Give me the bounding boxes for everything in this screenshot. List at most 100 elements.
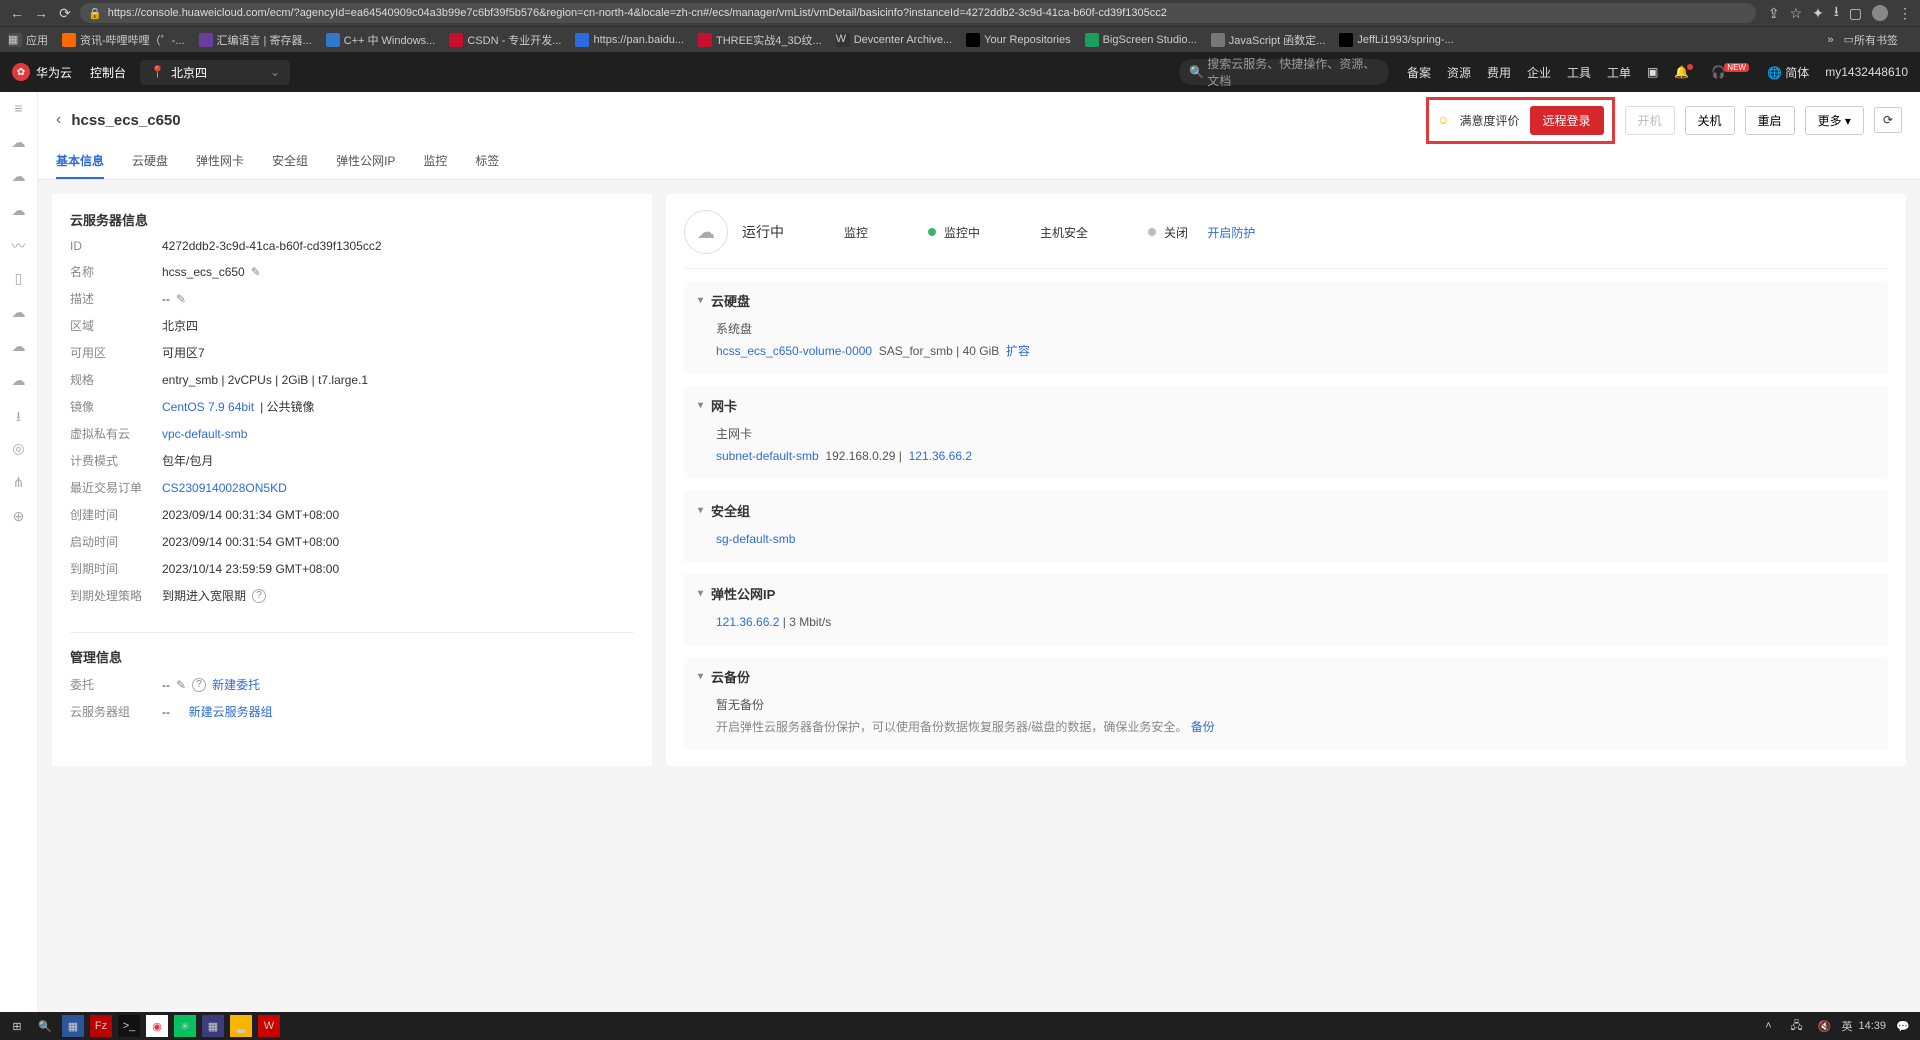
bookmark-item[interactable]: 汇编语言 | 寄存器...: [199, 32, 312, 48]
eip-link[interactable]: 121.36.66.2: [716, 615, 779, 629]
device-icon[interactable]: ▯: [10, 270, 28, 288]
poweron-button[interactable]: 开机: [1625, 106, 1675, 135]
app-icon[interactable]: >_: [118, 1015, 140, 1037]
ime-label[interactable]: 英: [1841, 1018, 1852, 1034]
poweroff-button[interactable]: 关机: [1685, 106, 1735, 135]
screen-icon[interactable]: ▣: [1647, 65, 1658, 79]
section-toggle[interactable]: ▾网卡: [698, 396, 1874, 415]
bookmark-item[interactable]: CSDN - 专业开发...: [449, 32, 561, 48]
app-icon[interactable]: Fz: [90, 1015, 112, 1037]
cloud-icon[interactable]: ☁: [10, 372, 28, 390]
nic-eip-link[interactable]: 121.36.66.2: [909, 449, 972, 463]
subnet-link[interactable]: subnet-default-smb: [716, 449, 819, 463]
bookmark-item[interactable]: C++ 中 Windows...: [326, 32, 436, 48]
download-icon[interactable]: ⭳: [10, 406, 28, 424]
volume-icon[interactable]: 🔇: [1813, 1015, 1835, 1037]
bookmark-overflow[interactable]: »: [1827, 34, 1833, 46]
menu-item[interactable]: 企业: [1527, 64, 1551, 81]
section-toggle[interactable]: ▾安全组: [698, 501, 1874, 520]
brand-logo[interactable]: ✿ 华为云: [12, 63, 72, 81]
more-button[interactable]: 更多 ▾: [1805, 106, 1864, 135]
section-toggle[interactable]: ▾云硬盘: [698, 291, 1874, 310]
tray-up-icon[interactable]: ˄: [1757, 1015, 1779, 1037]
kebab-icon[interactable]: ⋮: [1898, 5, 1912, 22]
tab-nic[interactable]: 弹性网卡: [196, 144, 244, 179]
back-icon[interactable]: ←: [8, 5, 26, 21]
bookmark-item[interactable]: JavaScript 函数定...: [1211, 32, 1326, 48]
cloud-icon[interactable]: ☁: [10, 304, 28, 322]
bookmark-item[interactable]: JeffLi1993/spring-...: [1339, 33, 1453, 47]
user-name[interactable]: my1432448610: [1825, 65, 1908, 79]
menu-item[interactable]: 备案: [1407, 64, 1431, 81]
menu-item[interactable]: 工单: [1607, 64, 1631, 81]
refresh-icon[interactable]: ⟳: [1874, 107, 1902, 133]
globe-icon[interactable]: 🌐 简体: [1767, 64, 1809, 81]
target-icon[interactable]: ◎: [10, 440, 28, 458]
section-toggle[interactable]: ▾弹性公网IP: [698, 584, 1874, 603]
app-icon[interactable]: ◉: [146, 1015, 168, 1037]
app-icon[interactable]: W: [258, 1015, 280, 1037]
bookmark-item[interactable]: Your Repositories: [966, 33, 1070, 47]
support-icon[interactable]: 🎧NEW: [1711, 65, 1751, 79]
app-icon[interactable]: ▦: [202, 1015, 224, 1037]
wave-icon[interactable]: 〰: [10, 236, 28, 254]
search-icon[interactable]: 🔍: [34, 1015, 56, 1037]
vpc-link[interactable]: vpc-default-smb: [162, 427, 247, 441]
image-link[interactable]: CentOS 7.9 64bit: [162, 400, 254, 414]
console-link[interactable]: 控制台: [90, 64, 126, 81]
open-protect-link[interactable]: 开启防护: [1207, 224, 1255, 241]
cloud-icon[interactable]: ☁: [10, 202, 28, 220]
edit-icon[interactable]: ✎: [176, 292, 186, 306]
restart-button[interactable]: 重启: [1745, 106, 1795, 135]
all-bookmarks[interactable]: ▭ 所有书签: [1844, 32, 1898, 48]
cloud-icon[interactable]: ☁: [10, 134, 28, 152]
notifications-icon[interactable]: 💬: [1892, 1015, 1914, 1037]
order-link[interactable]: CS2309140028ON5KD: [162, 481, 287, 495]
region-select[interactable]: 📍 北京四 ⌄: [140, 60, 290, 85]
forward-icon[interactable]: →: [32, 5, 50, 21]
bookmark-item[interactable]: THREE实战4_3D纹...: [698, 32, 822, 48]
sg-link[interactable]: sg-default-smb: [716, 532, 795, 546]
bookmark-item[interactable]: BigScreen Studio...: [1085, 33, 1197, 47]
tab-monitor[interactable]: 监控: [423, 144, 447, 179]
search-input[interactable]: 🔍 搜索云服务、快捷操作、资源、文档: [1179, 59, 1389, 85]
bell-icon[interactable]: 🔔: [1674, 65, 1695, 79]
profile-avatar[interactable]: [1872, 5, 1888, 21]
clock-time[interactable]: 14:39: [1858, 1020, 1886, 1032]
backup-link[interactable]: 备份: [1191, 720, 1215, 734]
star-icon[interactable]: ☆: [1790, 5, 1803, 22]
rating-label[interactable]: 满意度评价: [1459, 112, 1519, 129]
help-icon[interactable]: ?: [252, 589, 266, 603]
edit-icon[interactable]: ✎: [176, 678, 186, 692]
start-icon[interactable]: ⊞: [6, 1015, 28, 1037]
tab-basicinfo[interactable]: 基本信息: [56, 144, 104, 179]
back-arrow-icon[interactable]: ‹: [56, 111, 61, 129]
url-bar[interactable]: 🔒 https://console.huaweicloud.com/ecm/?a…: [80, 3, 1756, 23]
tab-disk[interactable]: 云硬盘: [132, 144, 168, 179]
globe-icon[interactable]: ⊕: [10, 508, 28, 526]
disk-expand-link[interactable]: 扩容: [1006, 344, 1030, 358]
edit-icon[interactable]: ✎: [251, 265, 261, 279]
download-icon[interactable]: ⭳: [1834, 1, 1839, 25]
app-icon[interactable]: ✳: [174, 1015, 196, 1037]
tab-tags[interactable]: 标签: [475, 144, 499, 179]
menu-item[interactable]: 资源: [1447, 64, 1471, 81]
share-icon[interactable]: ⇪: [1768, 5, 1780, 22]
menu-item[interactable]: 工具: [1567, 64, 1591, 81]
help-icon[interactable]: ?: [192, 678, 206, 692]
panel-icon[interactable]: ▢: [1849, 5, 1862, 22]
cloud-icon[interactable]: ☁: [10, 168, 28, 186]
puzzle-icon[interactable]: ✦: [1812, 5, 1824, 22]
new-agency-link[interactable]: 新建委托: [212, 676, 260, 693]
bookmark-item[interactable]: WDevcenter Archive...: [836, 33, 952, 47]
cloud-icon[interactable]: ☁: [10, 338, 28, 356]
tab-sg[interactable]: 安全组: [272, 144, 308, 179]
bookmark-item[interactable]: 资讯-哔哩哔哩（゜-...: [62, 32, 185, 48]
apps-shortcut[interactable]: ▦应用: [8, 32, 48, 48]
bookmark-item[interactable]: https://pan.baidu...: [575, 33, 684, 47]
menu-icon[interactable]: ≡: [10, 100, 28, 118]
section-toggle[interactable]: ▾云备份: [698, 667, 1874, 686]
network-icon[interactable]: 🖧: [1785, 1015, 1807, 1037]
nodes-icon[interactable]: ⋔: [10, 474, 28, 492]
tab-eip[interactable]: 弹性公网IP: [336, 144, 395, 179]
